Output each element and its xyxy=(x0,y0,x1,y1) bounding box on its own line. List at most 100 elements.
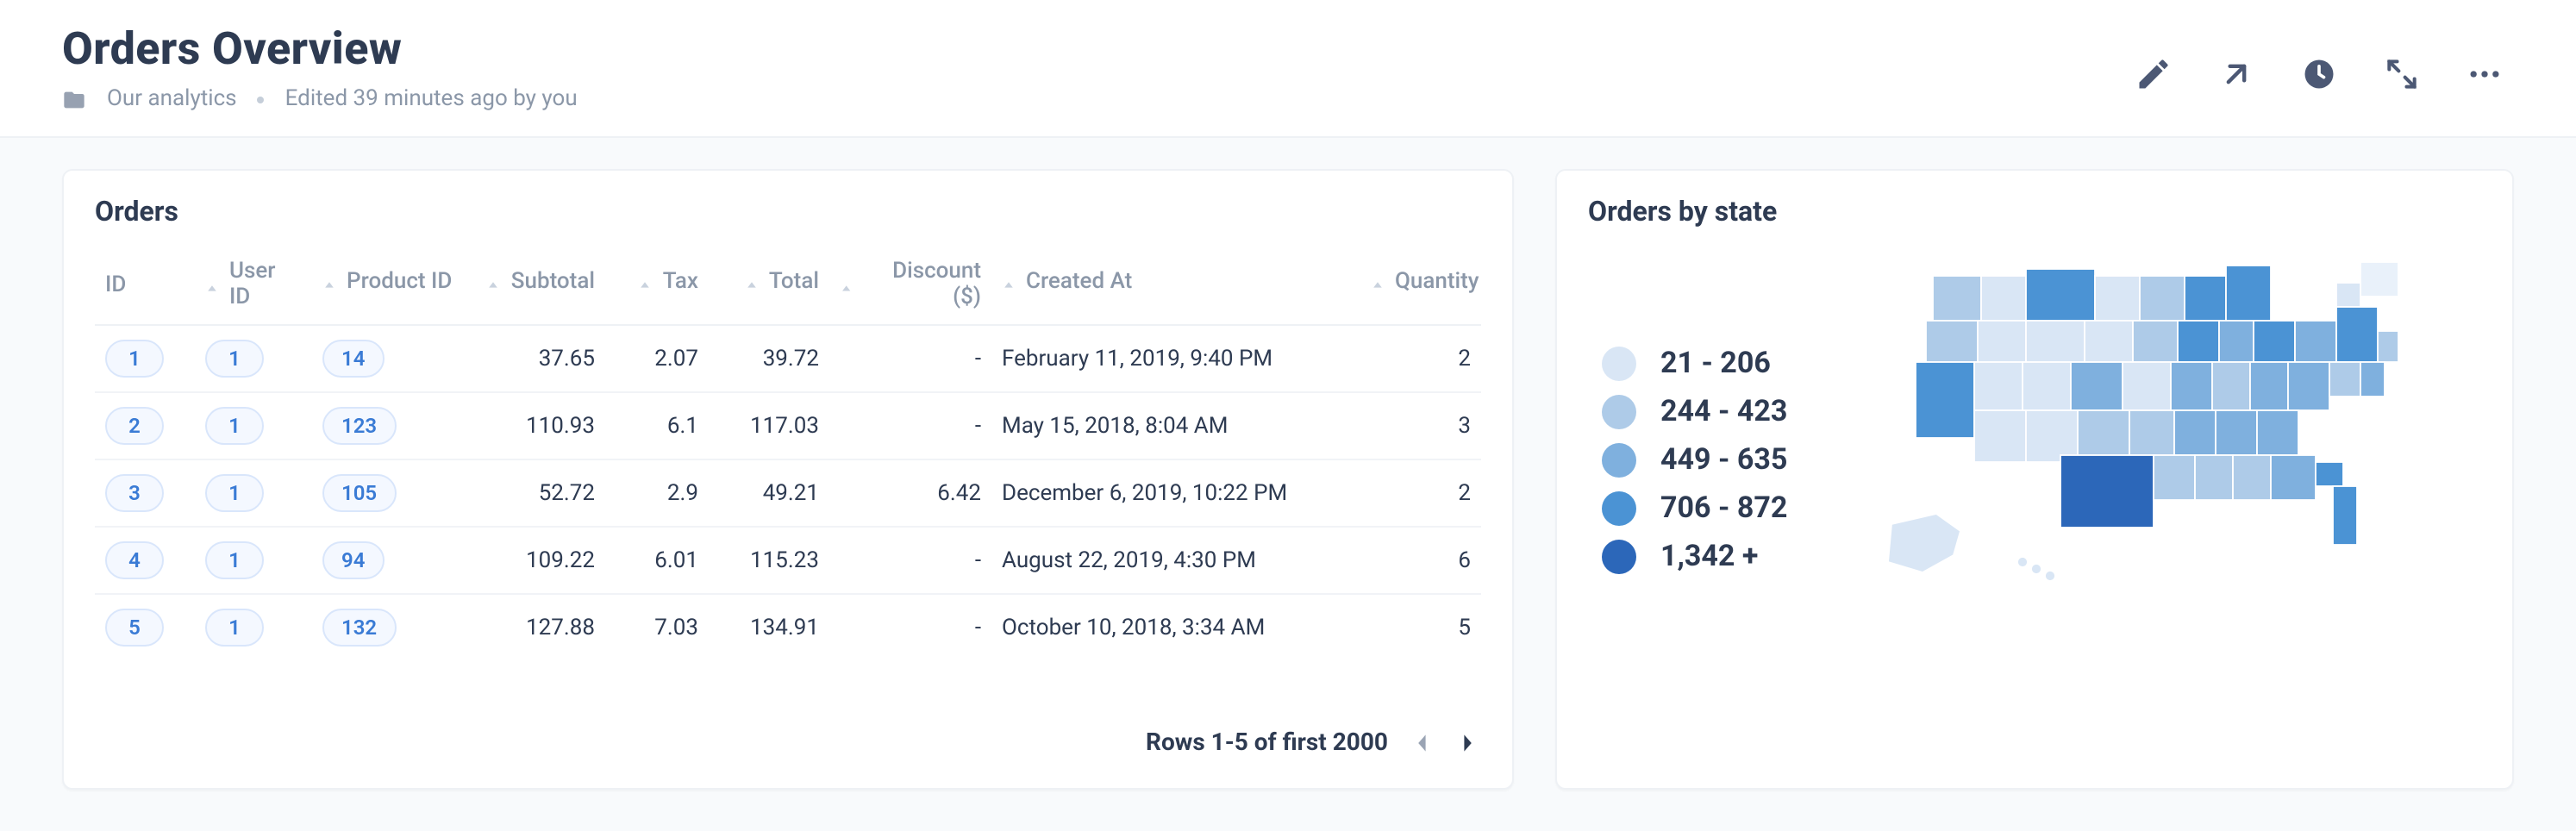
share-arrow-icon[interactable] xyxy=(2217,55,2255,93)
cell-discount: - xyxy=(829,325,991,392)
user-pill[interactable]: 1 xyxy=(205,474,264,512)
sort-caret-icon xyxy=(840,278,853,291)
legend-swatch-icon xyxy=(1602,347,1636,381)
us-choropleth-map[interactable] xyxy=(1818,245,2481,607)
user-pill[interactable]: 1 xyxy=(205,407,264,445)
cell-total: 134.91 xyxy=(709,594,829,660)
product-pill[interactable]: 105 xyxy=(322,474,396,512)
legend-item: 706 - 872 xyxy=(1602,491,1787,526)
sort-caret-icon xyxy=(205,278,219,291)
cell-qty: 2 xyxy=(1360,325,1481,392)
legend-item: 1,342 + xyxy=(1602,540,1787,574)
sort-caret-icon xyxy=(639,275,653,289)
map-legend: 21 - 206 244 - 423 449 - 635 706 - 872 xyxy=(1602,347,1787,574)
cell-created: October 10, 2018, 3:34 AM xyxy=(991,594,1360,660)
dashboard-content: Orders ID User ID Product ID Subtotal Ta… xyxy=(0,138,2576,831)
orders-card-title: Orders xyxy=(95,195,1481,228)
orders-card: Orders ID User ID Product ID Subtotal Ta… xyxy=(62,169,1514,790)
user-pill[interactable]: 1 xyxy=(205,541,264,579)
product-pill[interactable]: 94 xyxy=(322,541,384,579)
cell-created: August 22, 2019, 4:30 PM xyxy=(991,527,1360,594)
map-card-title: Orders by state xyxy=(1588,195,2481,228)
cell-discount: 6.42 xyxy=(829,459,991,527)
col-header-subtotal[interactable]: Subtotal xyxy=(467,245,605,325)
col-header-tax[interactable]: Tax xyxy=(605,245,709,325)
cell-created: February 11, 2019, 9:40 PM xyxy=(991,325,1360,392)
page-title: Orders Overview xyxy=(62,24,578,76)
chevron-right-icon[interactable] xyxy=(1457,733,1478,753)
id-pill[interactable]: 3 xyxy=(105,474,164,512)
col-header-id[interactable]: ID xyxy=(95,245,195,325)
cell-created: December 6, 2019, 10:22 PM xyxy=(991,459,1360,527)
cell-total: 39.72 xyxy=(709,325,829,392)
sort-caret-icon xyxy=(1371,275,1385,289)
col-header-created[interactable]: Created At xyxy=(991,245,1360,325)
cell-discount: - xyxy=(829,392,991,459)
separator-dot xyxy=(258,96,265,103)
product-pill[interactable]: 14 xyxy=(322,340,384,378)
folder-icon xyxy=(62,87,86,111)
user-pill[interactable]: 1 xyxy=(205,340,264,378)
table-row[interactable]: 3 1 105 52.72 2.9 49.21 6.42 December 6,… xyxy=(95,459,1481,527)
cell-tax: 2.9 xyxy=(605,459,709,527)
col-header-qty[interactable]: Quantity xyxy=(1360,245,1481,325)
sort-caret-icon xyxy=(745,275,759,289)
id-pill[interactable]: 4 xyxy=(105,541,164,579)
legend-item: 21 - 206 xyxy=(1602,347,1787,381)
legend-swatch-icon xyxy=(1602,491,1636,526)
legend-label: 706 - 872 xyxy=(1660,491,1787,526)
cell-discount: - xyxy=(829,594,991,660)
legend-label: 244 - 423 xyxy=(1660,395,1787,429)
cell-qty: 2 xyxy=(1360,459,1481,527)
collection-name[interactable]: Our analytics xyxy=(107,86,237,112)
legend-swatch-icon xyxy=(1602,443,1636,478)
col-header-discount[interactable]: Discount ($) xyxy=(829,245,991,325)
header-actions xyxy=(2135,24,2514,93)
cell-qty: 6 xyxy=(1360,527,1481,594)
product-pill[interactable]: 123 xyxy=(322,407,396,445)
table-header-row: ID User ID Product ID Subtotal Tax Total… xyxy=(95,245,1481,325)
id-pill[interactable]: 5 xyxy=(105,609,164,647)
table-row[interactable]: 4 1 94 109.22 6.01 115.23 - August 22, 2… xyxy=(95,527,1481,594)
cell-total: 115.23 xyxy=(709,527,829,594)
cell-qty: 5 xyxy=(1360,594,1481,660)
product-pill[interactable]: 132 xyxy=(322,609,396,647)
edit-status: Edited 39 minutes ago by you xyxy=(285,86,578,112)
more-dots-icon[interactable] xyxy=(2466,55,2504,93)
pager-status: Rows 1-5 of first 2000 xyxy=(1146,729,1388,757)
header-meta: Our analytics Edited 39 minutes ago by y… xyxy=(62,86,578,112)
table-row[interactable]: 2 1 123 110.93 6.1 117.03 - May 15, 2018… xyxy=(95,392,1481,459)
cell-total: 49.21 xyxy=(709,459,829,527)
cell-tax: 2.07 xyxy=(605,325,709,392)
cell-subtotal: 110.93 xyxy=(467,392,605,459)
sort-caret-icon xyxy=(487,275,501,289)
cell-tax: 6.01 xyxy=(605,527,709,594)
legend-item: 244 - 423 xyxy=(1602,395,1787,429)
cell-qty: 3 xyxy=(1360,392,1481,459)
pencil-icon[interactable] xyxy=(2135,55,2173,93)
legend-label: 449 - 635 xyxy=(1660,443,1787,478)
fullscreen-icon[interactable] xyxy=(2383,55,2421,93)
id-pill[interactable]: 2 xyxy=(105,407,164,445)
page-header: Orders Overview Our analytics Edited 39 … xyxy=(0,0,2576,138)
col-header-user[interactable]: User ID xyxy=(195,245,312,325)
id-pill[interactable]: 1 xyxy=(105,340,164,378)
chevron-left-icon[interactable] xyxy=(1412,733,1433,753)
user-pill[interactable]: 1 xyxy=(205,609,264,647)
table-pager: Rows 1-5 of first 2000 xyxy=(95,722,1481,757)
cell-subtotal: 109.22 xyxy=(467,527,605,594)
sort-caret-icon xyxy=(322,275,336,289)
cell-subtotal: 127.88 xyxy=(467,594,605,660)
cell-tax: 6.1 xyxy=(605,392,709,459)
orders-table: ID User ID Product ID Subtotal Tax Total… xyxy=(95,245,1481,660)
table-row[interactable]: 5 1 132 127.88 7.03 134.91 - October 10,… xyxy=(95,594,1481,660)
orders-by-state-card: Orders by state 21 - 206 244 - 423 449 -… xyxy=(1555,169,2514,790)
table-row[interactable]: 1 1 14 37.65 2.07 39.72 - February 11, 2… xyxy=(95,325,1481,392)
clock-icon[interactable] xyxy=(2300,55,2338,93)
cell-created: May 15, 2018, 8:04 AM xyxy=(991,392,1360,459)
col-header-product[interactable]: Product ID xyxy=(312,245,467,325)
cell-tax: 7.03 xyxy=(605,594,709,660)
col-header-total[interactable]: Total xyxy=(709,245,829,325)
legend-swatch-icon xyxy=(1602,540,1636,574)
cell-subtotal: 52.72 xyxy=(467,459,605,527)
